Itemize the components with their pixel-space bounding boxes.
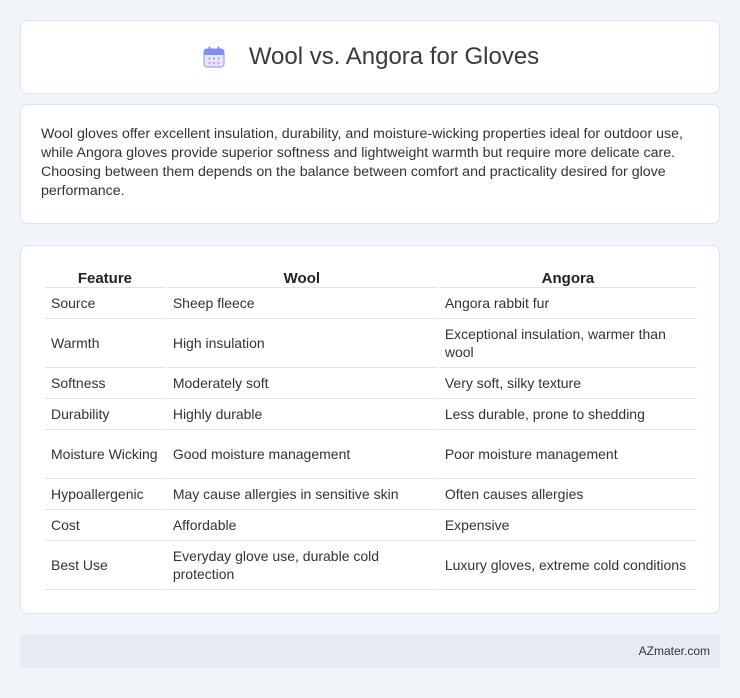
table-cell: Expensive	[438, 510, 697, 541]
table-row: Moisture Wicking Good moisture managemen…	[45, 430, 697, 479]
page-title: Wool vs. Angora for Gloves	[248, 43, 540, 70]
table-cell: Moisture Wicking	[45, 430, 165, 479]
table-row: Softness Moderately soft Very soft, silk…	[45, 368, 697, 399]
description-text: Wool gloves offer excellent insulation, …	[41, 126, 683, 199]
table-cell: Source	[45, 288, 165, 319]
description-card: Wool gloves offer excellent insulation, …	[20, 104, 720, 224]
table-cell: Poor moisture management	[438, 430, 697, 479]
table-cell: Often causes allergies	[438, 479, 697, 510]
table-row: Warmth High insulation Exceptional insul…	[45, 319, 697, 368]
calendar-icon	[201, 44, 227, 70]
table-row: Source Sheep fleece Angora rabbit fur	[45, 288, 697, 319]
table-cell: May cause allergies in sensitive skin	[166, 479, 437, 510]
table-row: Hypoallergenic May cause allergies in se…	[45, 479, 697, 510]
table-cell: Luxury gloves, extreme cold conditions	[438, 541, 697, 590]
table-row: Cost Affordable Expensive	[45, 510, 697, 541]
footer-brand[interactable]: AZmater.com	[639, 644, 710, 658]
table-cell: Very soft, silky texture	[438, 368, 697, 399]
table-cell: Everyday glove use, durable cold protect…	[166, 541, 437, 590]
table-cell: Softness	[45, 368, 165, 399]
table-cell: Good moisture management	[166, 430, 437, 479]
column-header-angora: Angora	[438, 266, 697, 288]
column-header-feature: Feature	[45, 266, 165, 288]
table-row: Best Use Everyday glove use, durable col…	[45, 541, 697, 590]
column-header-wool: Wool	[166, 266, 437, 288]
title-card: Wool vs. Angora for Gloves	[20, 20, 720, 94]
table-cell: Hypoallergenic	[45, 479, 165, 510]
table-row: Durability Highly durable Less durable, …	[45, 399, 697, 430]
table-cell: Affordable	[166, 510, 437, 541]
table-cell: Highly durable	[166, 399, 437, 430]
table-cell: Cost	[45, 510, 165, 541]
table-cell: Moderately soft	[166, 368, 437, 399]
table-cell: Exceptional insulation, warmer than wool	[438, 319, 697, 368]
table-header-row: Feature Wool Angora	[45, 266, 697, 288]
comparison-table: Feature Wool Angora Source Sheep fleece …	[43, 266, 699, 590]
table-cell: Angora rabbit fur	[438, 288, 697, 319]
footer: AZmater.com	[20, 634, 720, 668]
comparison-table-card: Feature Wool Angora Source Sheep fleece …	[20, 245, 720, 614]
table-cell: Less durable, prone to shedding	[438, 399, 697, 430]
table-cell: High insulation	[166, 319, 437, 368]
table-cell: Best Use	[45, 541, 165, 590]
table-cell: Warmth	[45, 319, 165, 368]
table-cell: Durability	[45, 399, 165, 430]
table-cell: Sheep fleece	[166, 288, 437, 319]
